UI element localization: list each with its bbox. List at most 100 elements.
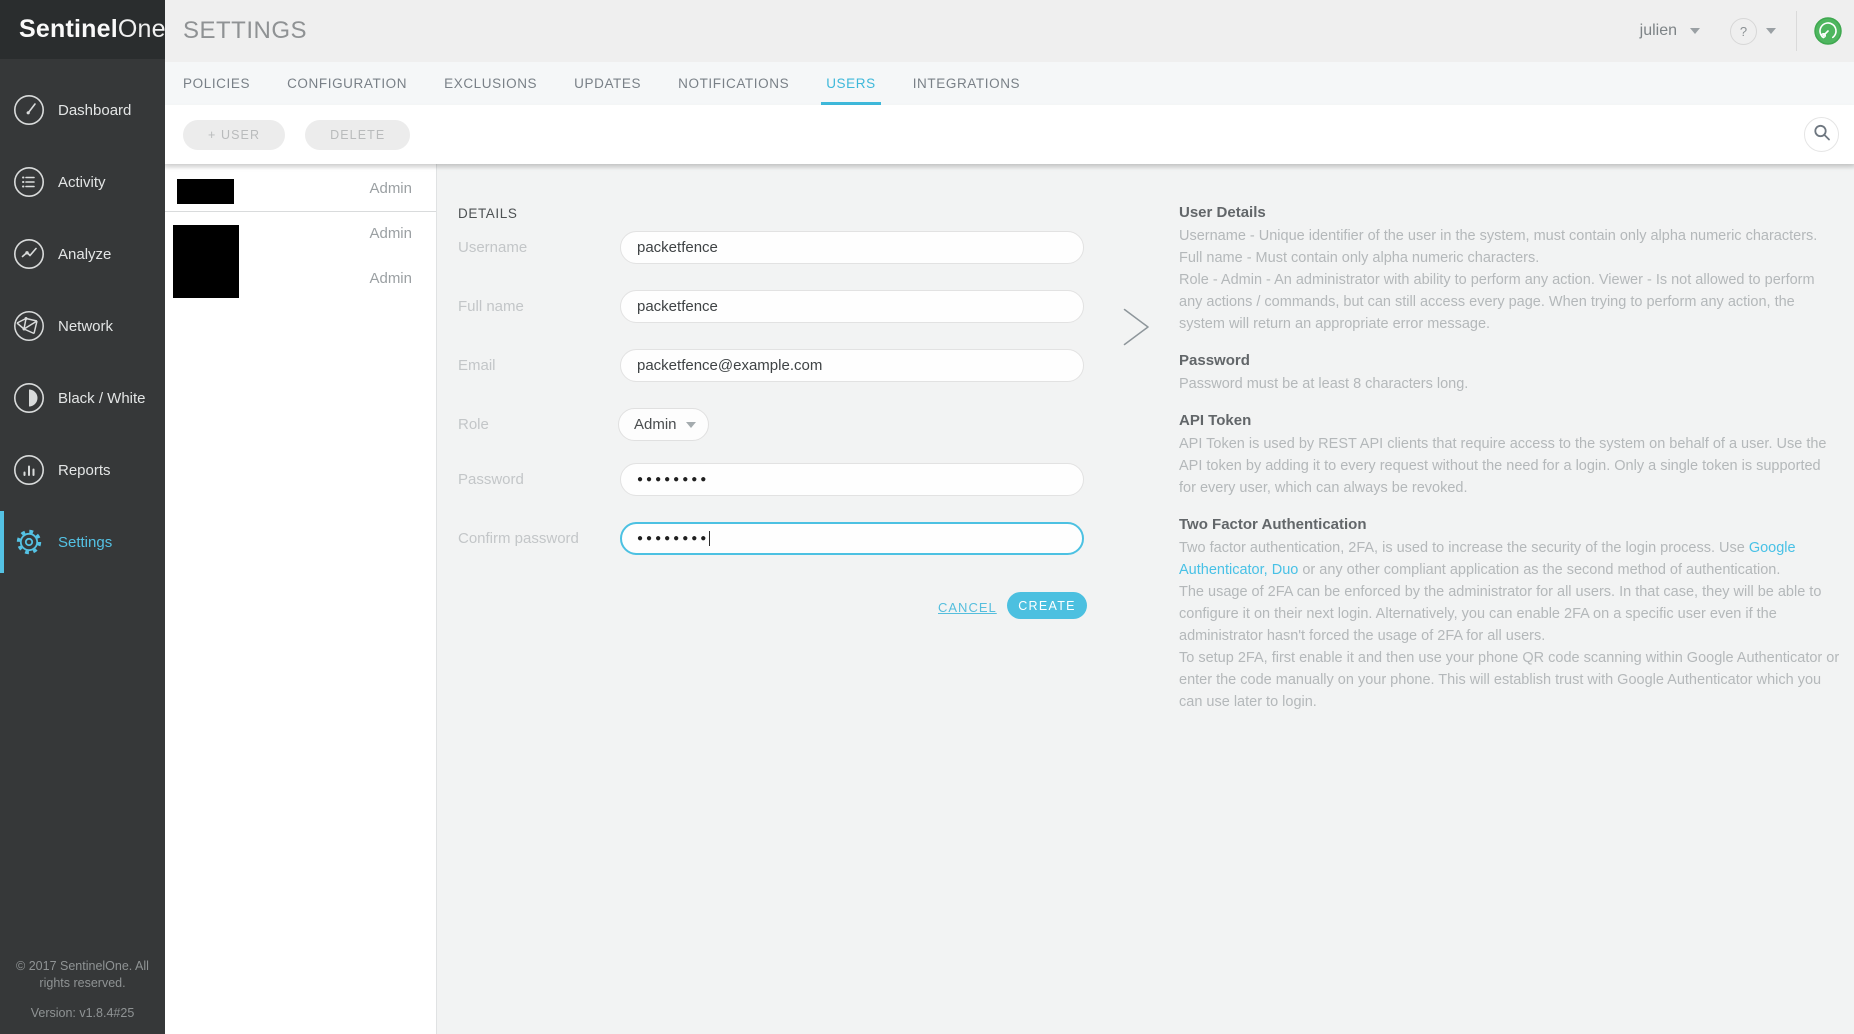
create-button[interactable]: CREATE: [1007, 592, 1087, 619]
logo-text-bold: Sentinel: [19, 15, 118, 44]
user-role: Admin: [369, 180, 412, 197]
activity-list-icon: [13, 166, 45, 198]
sidebar-item-label: Reports: [58, 462, 111, 479]
gauge-icon: [13, 94, 45, 126]
sidebar-item-label: Black / White: [58, 390, 146, 407]
sidebar-item-label: Settings: [58, 534, 112, 551]
email-field[interactable]: [620, 349, 1084, 382]
user-role: Admin: [369, 225, 412, 242]
help-text: Role - Admin - An administrator with abi…: [1179, 269, 1841, 335]
role-selected-value: Admin: [634, 416, 677, 433]
user-list: Admin Admin Admin: [165, 164, 437, 1034]
sidebar-item-label: Network: [58, 318, 113, 335]
help-title: API Token: [1179, 412, 1841, 429]
tab-integrations[interactable]: INTEGRATIONS: [913, 62, 1020, 105]
sidebar: SentinelOne Dashboard: [0, 0, 165, 1034]
user-role: Admin: [369, 270, 412, 287]
cancel-button[interactable]: CANCEL: [938, 600, 997, 615]
page-header: SETTINGS julien ?: [165, 0, 1854, 62]
confirm-password-field[interactable]: ●●●●●●●●: [620, 522, 1084, 555]
tab-users[interactable]: USERS: [826, 62, 876, 105]
confirm-password-row: Confirm password ●●●●●●●●: [458, 522, 1088, 555]
tab-updates[interactable]: UPDATES: [574, 62, 641, 105]
help-text: To setup 2FA, first enable it and then u…: [1179, 647, 1841, 713]
password-field[interactable]: ●●●●●●●●: [620, 463, 1084, 496]
sidebar-nav: Dashboard Activity: [0, 74, 165, 578]
sidebar-item-activity[interactable]: Activity: [0, 146, 165, 218]
tab-configuration[interactable]: CONFIGURATION: [287, 62, 407, 105]
sidebar-item-analyze[interactable]: Analyze: [0, 218, 165, 290]
tab-exclusions[interactable]: EXCLUSIONS: [444, 62, 537, 105]
full-name-label: Full name: [458, 290, 524, 323]
help-text-fragment: Two factor authentication, 2FA, is used …: [1179, 540, 1749, 556]
help-icon: ?: [1730, 18, 1757, 45]
black-white-icon: [13, 382, 45, 414]
help-text: API Token is used by REST API clients th…: [1179, 433, 1841, 499]
help-panel: User Details Username - Unique identifie…: [1179, 204, 1841, 730]
full-name-field[interactable]: [620, 290, 1084, 323]
agent-status-icon[interactable]: [1814, 17, 1842, 45]
sidebar-footer: © 2017 SentinelOne. All rights reserved.…: [4, 958, 161, 1023]
sidebar-item-black-white[interactable]: Black / White: [0, 362, 165, 434]
copyright-text: © 2017 SentinelOne. All rights reserved.: [4, 958, 161, 993]
chevron-down-icon: [1690, 28, 1700, 34]
help-menu[interactable]: ?: [1730, 18, 1776, 45]
email-label: Email: [458, 349, 496, 382]
sidebar-item-label: Analyze: [58, 246, 111, 263]
username-field[interactable]: [620, 231, 1084, 264]
email-row: Email: [458, 349, 1088, 382]
user-name: julien: [1640, 22, 1677, 40]
help-text: Full name - Must contain only alpha nume…: [1179, 247, 1841, 269]
role-row: Role Admin: [458, 408, 1088, 441]
user-menu[interactable]: julien: [1640, 22, 1700, 40]
redacted-user-name: [173, 225, 239, 298]
sidebar-item-settings[interactable]: Settings: [0, 506, 165, 578]
sidebar-item-dashboard[interactable]: Dashboard: [0, 74, 165, 146]
redacted-user-name: [177, 179, 234, 204]
help-api-token: API Token API Token is used by REST API …: [1179, 412, 1841, 499]
sidebar-item-label: Dashboard: [58, 102, 131, 119]
password-row: Password ●●●●●●●●: [458, 463, 1088, 496]
help-text: The usage of 2FA can be enforced by the …: [1179, 581, 1841, 647]
help-text-fragment: or any other compliant application as th…: [1298, 562, 1780, 578]
help-title: Password: [1179, 352, 1841, 369]
search-icon: [1811, 122, 1833, 147]
username-row: Username: [458, 231, 1088, 264]
add-user-button[interactable]: + USER: [183, 120, 285, 150]
tab-policies[interactable]: POLICIES: [183, 62, 250, 105]
duo-link[interactable]: Duo: [1272, 562, 1299, 578]
sidebar-item-network[interactable]: Network: [0, 290, 165, 362]
network-globe-icon: [13, 310, 45, 342]
confirm-password-label: Confirm password: [458, 522, 579, 555]
help-two-factor: Two Factor Authentication Two factor aut…: [1179, 516, 1841, 713]
list-divider: [165, 211, 436, 212]
role-dropdown[interactable]: Admin: [618, 408, 709, 441]
username-label: Username: [458, 231, 527, 264]
version-text: Version: v1.8.4#25: [4, 1005, 161, 1023]
settings-tabs: POLICIES CONFIGURATION EXCLUSIONS UPDATE…: [165, 62, 1854, 105]
tab-notifications[interactable]: NOTIFICATIONS: [678, 62, 789, 105]
confirm-password-dots: ●●●●●●●●: [637, 533, 709, 544]
password-label: Password: [458, 463, 524, 496]
search-button[interactable]: [1804, 117, 1839, 152]
header-divider: [1796, 11, 1797, 51]
help-text: Username - Unique identifier of the user…: [1179, 225, 1841, 247]
sidebar-item-label: Activity: [58, 174, 106, 191]
settings-page: SentinelOne Dashboard: [0, 0, 1854, 1034]
sidebar-item-reports[interactable]: Reports: [0, 434, 165, 506]
chevron-down-icon: [1766, 28, 1776, 34]
bar-chart-icon: [13, 454, 45, 486]
users-content: Admin Admin Admin DETAILS Username Full …: [165, 164, 1854, 1034]
chevron-down-icon: [686, 422, 696, 428]
help-title: Two Factor Authentication: [1179, 516, 1841, 533]
gear-icon: [13, 526, 45, 558]
full-name-row: Full name: [458, 290, 1088, 323]
role-label: Role: [458, 408, 489, 441]
help-password: Password Password must be at least 8 cha…: [1179, 352, 1841, 395]
sentinelone-logo[interactable]: SentinelOne: [0, 0, 165, 59]
help-title: User Details: [1179, 204, 1841, 221]
delete-user-button[interactable]: DELETE: [305, 120, 410, 150]
link-separator: ,: [1264, 562, 1272, 578]
password-dots: ●●●●●●●●: [637, 474, 709, 485]
collapse-panel-chevron-icon[interactable]: [1123, 308, 1150, 351]
